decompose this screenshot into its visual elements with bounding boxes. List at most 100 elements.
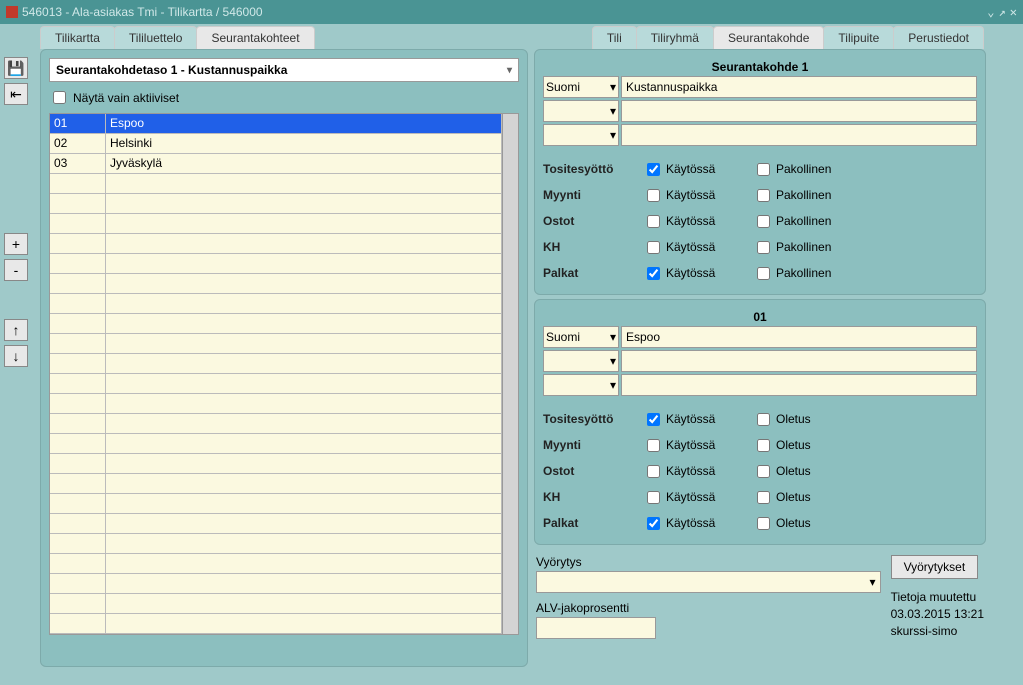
kaytossa-check[interactable]: Käytössä: [643, 488, 753, 507]
table-row[interactable]: [50, 214, 502, 234]
table-row[interactable]: [50, 554, 502, 574]
level-title: Seurantakohdetaso 1 - Kustannuspaikka: [56, 63, 287, 77]
panel1-lang-select[interactable]: Suomi ▾: [543, 76, 619, 98]
cell-name: [106, 454, 502, 473]
panel2-name-input[interactable]: [621, 326, 977, 348]
table-row[interactable]: [50, 494, 502, 514]
second-check[interactable]: Oletus: [753, 436, 863, 455]
panel1-name-input[interactable]: [621, 76, 977, 98]
kaytossa-check[interactable]: Käytössä: [643, 186, 753, 205]
table-row[interactable]: [50, 234, 502, 254]
kaytossa-check[interactable]: Käytössä: [643, 160, 753, 179]
kaytossa-check[interactable]: Käytössä: [643, 410, 753, 429]
table-row[interactable]: [50, 594, 502, 614]
show-active-checkbox[interactable]: [53, 91, 66, 104]
table-row[interactable]: [50, 334, 502, 354]
cell-name: [106, 594, 502, 613]
cell-code: [50, 414, 106, 433]
table-row[interactable]: 01Espoo: [50, 114, 502, 134]
table-row[interactable]: [50, 374, 502, 394]
panel2-lang-select-3[interactable]: ▾: [543, 374, 619, 396]
table-row[interactable]: [50, 534, 502, 554]
kaytossa-check[interactable]: Käytössä: [643, 462, 753, 481]
cell-name: [106, 254, 502, 273]
second-check[interactable]: Oletus: [753, 462, 863, 481]
table-scrollbar[interactable]: [503, 113, 519, 635]
move-down-button[interactable]: ↓: [4, 345, 28, 367]
table-row[interactable]: [50, 574, 502, 594]
table-row[interactable]: [50, 514, 502, 534]
close-icon[interactable]: ✕: [1010, 5, 1017, 19]
table-row[interactable]: [50, 274, 502, 294]
vyorytykset-button[interactable]: Vyörytykset: [891, 555, 979, 579]
table-row[interactable]: [50, 354, 502, 374]
table-row[interactable]: 02Helsinki: [50, 134, 502, 154]
tab-tili[interactable]: Tili: [592, 26, 637, 49]
save-button[interactable]: 💾: [4, 57, 28, 79]
add-button[interactable]: +: [4, 233, 28, 255]
vyorytys-input[interactable]: ▾: [536, 571, 881, 593]
tab-seurantakohteet[interactable]: Seurantakohteet: [196, 26, 314, 49]
second-check[interactable]: Oletus: [753, 514, 863, 533]
second-check[interactable]: Oletus: [753, 410, 863, 429]
left-panel: Seurantakohdetaso 1 - Kustannuspaikka ▾ …: [40, 49, 528, 667]
cell-name: [106, 354, 502, 373]
maximize-icon[interactable]: ↗: [999, 5, 1006, 19]
panel2-lang-select[interactable]: Suomi ▾: [543, 326, 619, 348]
panel1-name-input-2[interactable]: [621, 100, 977, 122]
panel1-title: Seurantakohde 1: [543, 58, 977, 76]
tab-tililuettelo[interactable]: Tililuettelo: [114, 26, 198, 49]
cell-code: [50, 314, 106, 333]
table-row[interactable]: [50, 394, 502, 414]
table-row[interactable]: 03Jyväskylä: [50, 154, 502, 174]
panel1-lang-select-3[interactable]: ▾: [543, 124, 619, 146]
level-selector[interactable]: Seurantakohdetaso 1 - Kustannuspaikka ▾: [49, 58, 519, 82]
cell-name: Jyväskylä: [106, 154, 502, 173]
table-row[interactable]: [50, 314, 502, 334]
alv-input[interactable]: [536, 617, 656, 639]
tab-perustiedot[interactable]: Perustiedot: [893, 26, 984, 49]
tab-tilikartta[interactable]: Tilikartta: [40, 26, 115, 49]
table-row[interactable]: [50, 474, 502, 494]
second-check[interactable]: Pakollinen: [753, 186, 863, 205]
cell-name: [106, 614, 502, 633]
table-row[interactable]: [50, 254, 502, 274]
kaytossa-check[interactable]: Käytössä: [643, 212, 753, 231]
kohde-table[interactable]: 01Espoo02Helsinki03Jyväskylä: [49, 113, 503, 635]
second-check[interactable]: Pakollinen: [753, 212, 863, 231]
remove-button[interactable]: -: [4, 259, 28, 281]
tab-tiliryhma[interactable]: Tiliryhmä: [636, 26, 714, 49]
minimize-icon[interactable]: ⌄: [987, 5, 994, 19]
table-row[interactable]: [50, 454, 502, 474]
tab-tilipuite[interactable]: Tilipuite: [823, 26, 894, 49]
kaytossa-check[interactable]: Käytössä: [643, 514, 753, 533]
panel2-lang-select-2[interactable]: ▾: [543, 350, 619, 372]
second-check[interactable]: Pakollinen: [753, 160, 863, 179]
kaytossa-check[interactable]: Käytössä: [643, 238, 753, 257]
second-check[interactable]: Pakollinen: [753, 238, 863, 257]
kaytossa-check[interactable]: Käytössä: [643, 264, 753, 283]
table-row[interactable]: [50, 614, 502, 634]
kaytossa-check[interactable]: Käytössä: [643, 436, 753, 455]
back-button[interactable]: ⇤: [4, 83, 28, 105]
table-row[interactable]: [50, 434, 502, 454]
panel1-lang-select-2[interactable]: ▾: [543, 100, 619, 122]
panel2-name-input-3[interactable]: [621, 374, 977, 396]
cell-code: [50, 374, 106, 393]
chevron-down-icon: ▾: [610, 354, 616, 368]
table-row[interactable]: [50, 194, 502, 214]
table-row[interactable]: [50, 414, 502, 434]
table-row[interactable]: [50, 294, 502, 314]
meta-user: skurssi-simo: [891, 623, 984, 640]
panel1-name-input-3[interactable]: [621, 124, 977, 146]
table-row[interactable]: [50, 174, 502, 194]
cell-code: [50, 194, 106, 213]
move-up-button[interactable]: ↑: [4, 319, 28, 341]
tab-seurantakohde[interactable]: Seurantakohde: [713, 26, 824, 49]
second-check[interactable]: Pakollinen: [753, 264, 863, 283]
second-check[interactable]: Oletus: [753, 488, 863, 507]
panel2-name-input-2[interactable]: [621, 350, 977, 372]
cell-name: [106, 434, 502, 453]
cell-code: 03: [50, 154, 106, 173]
window-title: 546013 - Ala-asiakas Tmi - Tilikartta / …: [22, 5, 263, 19]
